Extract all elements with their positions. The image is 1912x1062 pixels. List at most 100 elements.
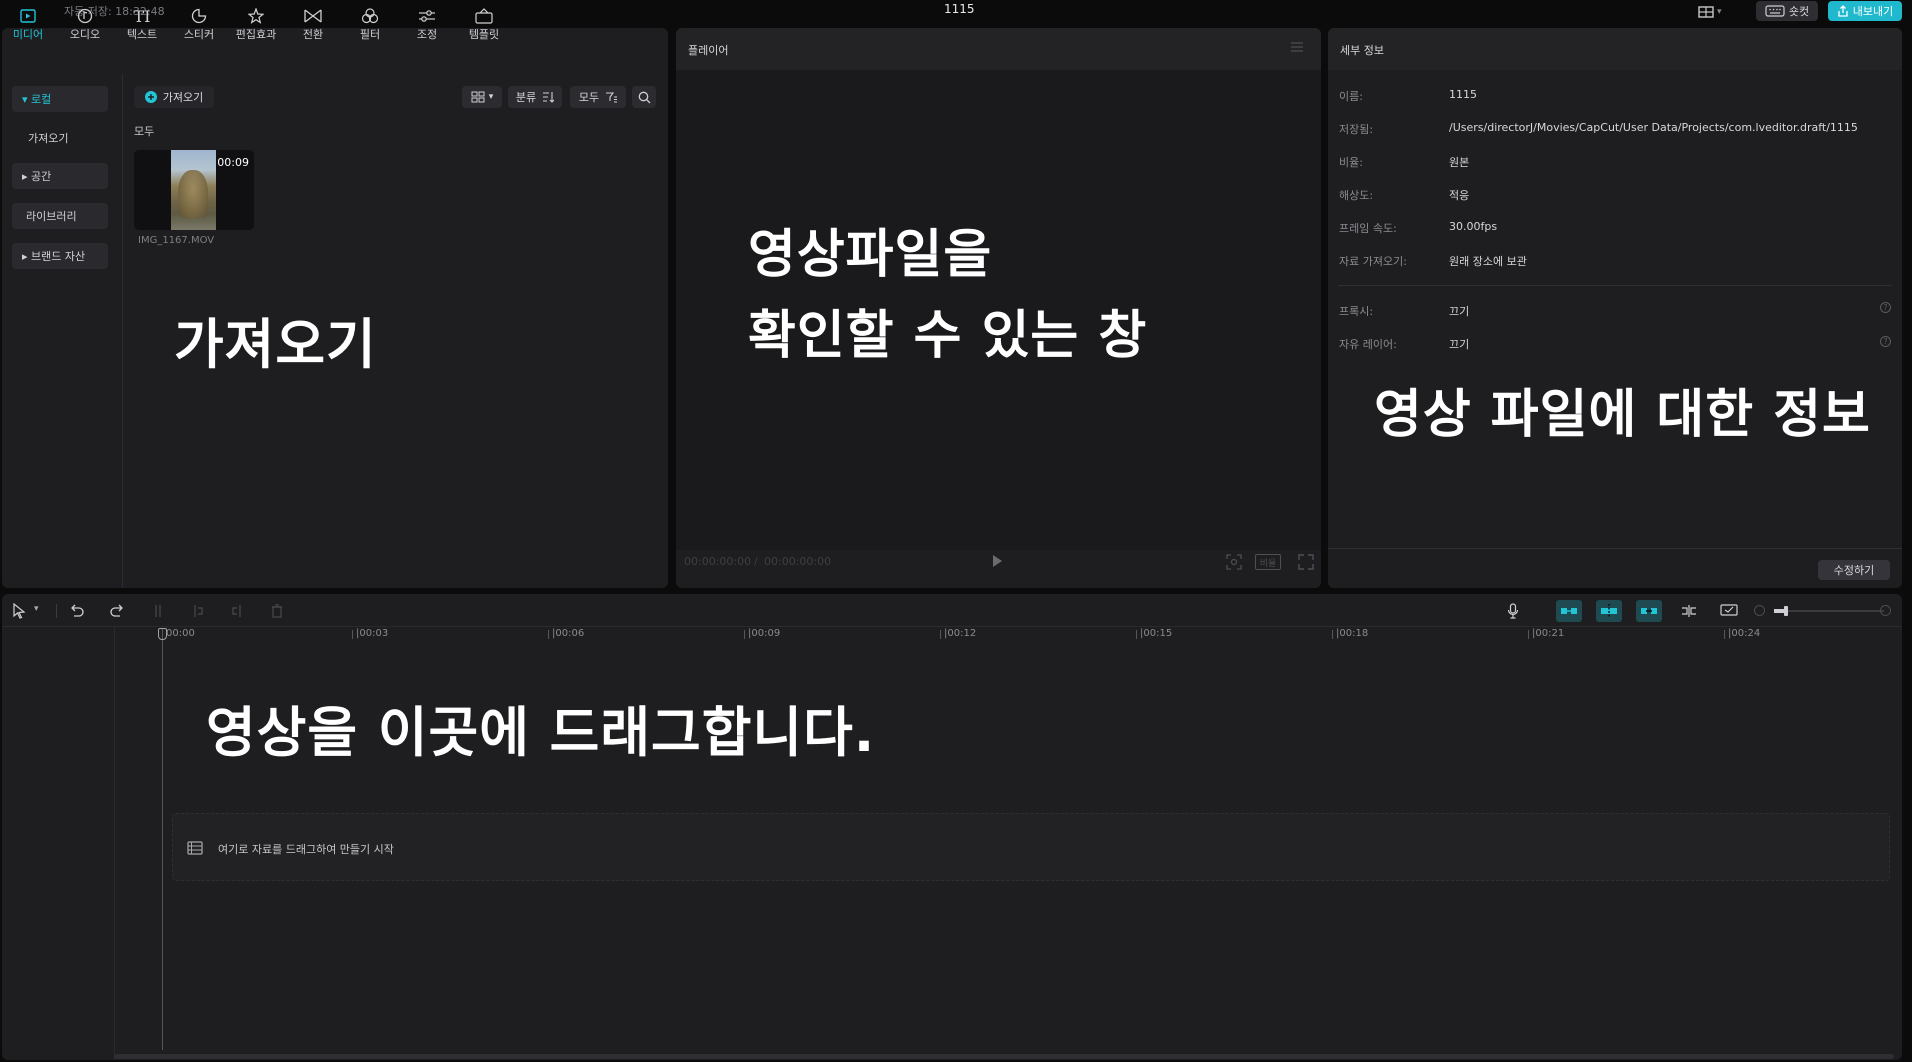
ruler-tick: |00:03	[351, 628, 389, 639]
detail-value: 30.00fps	[1449, 220, 1498, 233]
sidebar-item-import[interactable]: 가져오기	[12, 125, 108, 151]
snap-button[interactable]	[1596, 600, 1622, 622]
trim-right-button[interactable]	[224, 600, 250, 622]
view-mode-button[interactable]: ▾	[462, 86, 502, 108]
chevron-down-icon[interactable]: ▾	[34, 604, 39, 614]
linkage-button[interactable]	[1636, 600, 1662, 622]
tab-filter[interactable]: 필터	[344, 6, 396, 46]
timeline-settings-button[interactable]	[1716, 600, 1742, 622]
tab-label: 미디어	[12, 28, 44, 41]
detail-value: 1115	[1449, 88, 1477, 101]
media-icon	[20, 9, 36, 23]
snap-icon	[1601, 604, 1617, 618]
import-button[interactable]: 가져오기	[134, 86, 214, 108]
details-header	[1328, 28, 1902, 70]
zoom-out-icon[interactable]	[1754, 605, 1765, 616]
ruler-tick: 00:00	[162, 628, 195, 639]
timeline-drop-zone[interactable]: 여기로 자료를 드래그하여 만들기 시작	[172, 813, 1890, 881]
tab-media[interactable]: 미디어	[2, 6, 54, 46]
tab-label: 오디오	[69, 28, 101, 41]
plus-circle-icon	[144, 91, 157, 103]
tab-audio[interactable]: 오디오	[59, 6, 111, 46]
split-button[interactable]	[145, 600, 171, 622]
detail-key: 해상도:	[1339, 189, 1374, 202]
main-track-magnet-button[interactable]	[1556, 600, 1582, 622]
playhead[interactable]	[162, 628, 163, 1050]
play-icon	[993, 555, 1002, 567]
keyboard-icon	[1765, 5, 1785, 17]
tab-template[interactable]: 템플릿	[458, 6, 510, 46]
select-tool-button[interactable]	[6, 600, 32, 622]
zoom-slider-handle[interactable]	[1784, 606, 1788, 616]
delete-button[interactable]	[264, 600, 290, 622]
project-title: 1115	[944, 2, 975, 16]
tab-effects[interactable]: 편집효과	[230, 6, 282, 46]
hamburger-icon	[1291, 42, 1303, 52]
export-icon	[1838, 5, 1848, 17]
transition-icon	[304, 9, 322, 23]
timeline-scrollbar[interactable]	[114, 1054, 1894, 1059]
media-clip-thumbnail[interactable]: 00:09	[134, 150, 254, 230]
modify-button[interactable]: 수정하기	[1818, 560, 1890, 580]
fullscreen-button[interactable]	[1298, 554, 1314, 570]
tab-sticker[interactable]: 스티커	[173, 6, 225, 46]
sidebar-item-brand-assets[interactable]: ▸ 브랜드 자산	[12, 243, 108, 269]
detail-key: 프레임 속도:	[1339, 222, 1397, 235]
tab-label: 필터	[359, 28, 381, 41]
annotation-player-line1: 영상파일을	[748, 225, 993, 285]
sidebar-item-label: ▸ 브랜드 자산	[22, 250, 86, 263]
zoom-slider[interactable]	[1774, 606, 1884, 616]
sidebar-item-space[interactable]: ▸ 공간	[12, 163, 108, 189]
clip-duration: 00:09	[217, 156, 249, 169]
screenshot-button[interactable]	[1226, 554, 1242, 570]
trim-left-button[interactable]	[185, 600, 211, 622]
detail-key: 저장됨:	[1339, 123, 1374, 136]
sidebar-divider	[122, 74, 123, 588]
magnet-link-icon	[1561, 608, 1577, 614]
player-current-time: 00:00:00:00	[684, 555, 752, 568]
audio-icon	[77, 8, 93, 24]
tab-adjust[interactable]: 조정	[401, 6, 453, 46]
detail-value: 적응	[1449, 189, 1470, 202]
annotation-import: 가져오기	[174, 313, 377, 376]
ratio-button[interactable]: 비율	[1255, 554, 1281, 570]
ruler-tick: |00:06	[547, 628, 585, 639]
help-icon[interactable]: ?	[1880, 302, 1891, 313]
ruler-tick: |00:24	[1723, 628, 1761, 639]
tab-text[interactable]: TI 텍스트	[116, 6, 168, 46]
zoom-in-icon[interactable]	[1880, 605, 1891, 616]
tab-label: 조정	[416, 28, 438, 41]
sidebar-item-local[interactable]: ▾ 로컬	[12, 86, 108, 112]
funnel-icon	[606, 92, 618, 103]
player-total-time: 00:00:00:00	[764, 555, 832, 568]
tab-label: 편집효과	[235, 28, 277, 41]
redo-button[interactable]	[104, 600, 130, 622]
player-title: 플레이어	[688, 44, 729, 57]
sort-label: 분류	[515, 91, 537, 104]
search-button[interactable]	[632, 86, 656, 108]
export-button[interactable]: 내보내기	[1828, 1, 1902, 21]
detail-value: 끄기	[1449, 305, 1470, 318]
filter-button[interactable]: 모두	[570, 86, 626, 108]
focus-icon	[1226, 554, 1242, 570]
tab-label: 템플릿	[468, 28, 500, 41]
layout-icon	[1698, 6, 1714, 18]
play-button[interactable]	[990, 553, 1004, 569]
help-icon[interactable]: ?	[1880, 336, 1891, 347]
detail-key: 자료 가져오기:	[1339, 255, 1407, 268]
sidebar-item-library[interactable]: 라이브러리	[12, 203, 108, 229]
annotation-player-line2: 확인할 수 있는 창	[748, 306, 1148, 366]
player-menu-button[interactable]	[1290, 41, 1304, 53]
undo-button[interactable]	[64, 600, 90, 622]
shortcut-label: 숏컷	[1788, 5, 1810, 18]
effects-icon	[248, 8, 264, 24]
shortcut-button[interactable]: 숏컷	[1756, 1, 1818, 21]
layout-menu[interactable]: ▾	[1698, 2, 1732, 22]
tab-transition[interactable]: 전환	[287, 6, 339, 46]
fullscreen-icon	[1298, 554, 1314, 570]
preview-axis-button[interactable]	[1676, 600, 1702, 622]
record-audio-button[interactable]	[1500, 600, 1526, 622]
player-header	[676, 28, 1321, 70]
microphone-icon	[1507, 603, 1519, 619]
sort-button[interactable]: 분류	[508, 86, 562, 108]
